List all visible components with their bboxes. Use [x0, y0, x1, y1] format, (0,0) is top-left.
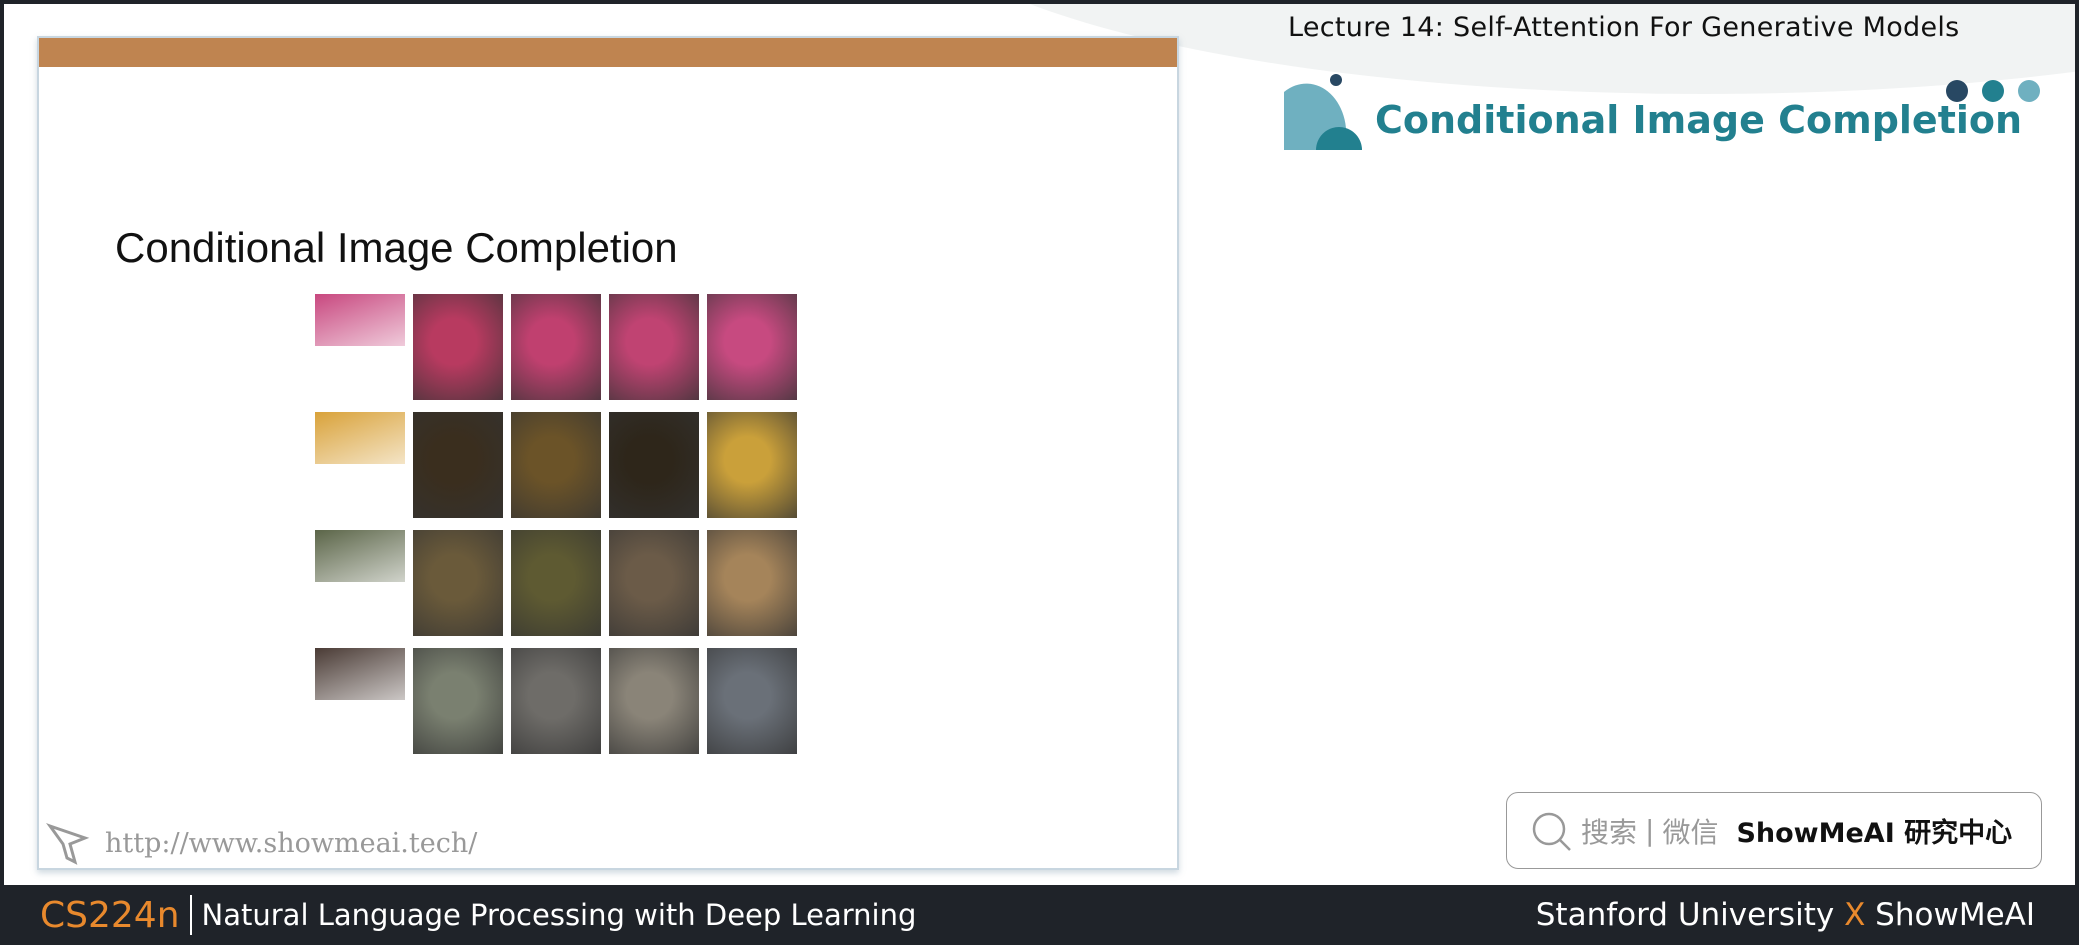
cursor-icon — [46, 823, 90, 865]
divider: | — [1645, 814, 1655, 847]
completion-image-bulldozer — [511, 412, 601, 518]
input-image-bulldozer — [315, 412, 405, 464]
dot-icon — [2018, 80, 2040, 102]
completion-image-dog — [413, 648, 503, 754]
footer-credits: Stanford University X ShowMeAI — [1536, 897, 2035, 933]
wechat-label: 微信 — [1662, 815, 1719, 849]
completion-image-dog — [609, 648, 699, 754]
footer-divider — [189, 895, 192, 935]
section-title: Conditional Image Completion — [1375, 98, 2023, 142]
brand-label: ShowMeAI 研究中心 — [1736, 818, 2013, 849]
slide-title: Conditional Image Completion — [115, 224, 678, 271]
completion-image-car — [413, 294, 503, 400]
credit-x: X — [1844, 897, 1866, 933]
completion-image-horse — [707, 530, 797, 636]
search-label: 搜索 — [1581, 815, 1638, 849]
dot-icon — [1946, 80, 1968, 102]
lecture-slide: Conditional Image Completion http://www.… — [37, 36, 1179, 870]
slide-top-bar — [39, 38, 1177, 67]
course-name: Natural Language Processing with Deep Le… — [201, 898, 917, 932]
completion-image-bulldozer — [609, 412, 699, 518]
wechat-search-box[interactable]: 搜索 | 微信 ShowMeAI 研究中心 — [1506, 792, 2042, 869]
completion-image-bulldozer — [707, 412, 797, 518]
website-link[interactable]: http://www.showmeai.tech/ — [105, 828, 477, 859]
completion-image-horse — [609, 530, 699, 636]
dot-icon — [1982, 80, 2004, 102]
lecture-title: Lecture 14: Self-Attention For Generativ… — [1288, 12, 1960, 43]
completion-image-dog — [511, 648, 601, 754]
credit-right: ShowMeAI — [1875, 897, 2035, 933]
section-decoration-icon — [1284, 74, 1362, 150]
credit-left: Stanford University — [1535, 897, 1835, 933]
completion-image-car — [707, 294, 797, 400]
search-icon — [1532, 812, 1571, 851]
input-image-car — [315, 294, 405, 346]
completion-image-horse — [413, 530, 503, 636]
input-image-dog — [315, 648, 405, 700]
footer: CS224n Natural Language Processing with … — [0, 885, 2079, 945]
completion-image-bulldozer — [413, 412, 503, 518]
completion-image-horse — [511, 530, 601, 636]
completion-image-car — [609, 294, 699, 400]
completion-image-dog — [707, 648, 797, 754]
input-image-horse — [315, 530, 405, 582]
slide-canvas: Lecture 14: Self-Attention For Generativ… — [4, 4, 2075, 885]
completion-image-car — [511, 294, 601, 400]
course-code: CS224n — [40, 894, 180, 936]
